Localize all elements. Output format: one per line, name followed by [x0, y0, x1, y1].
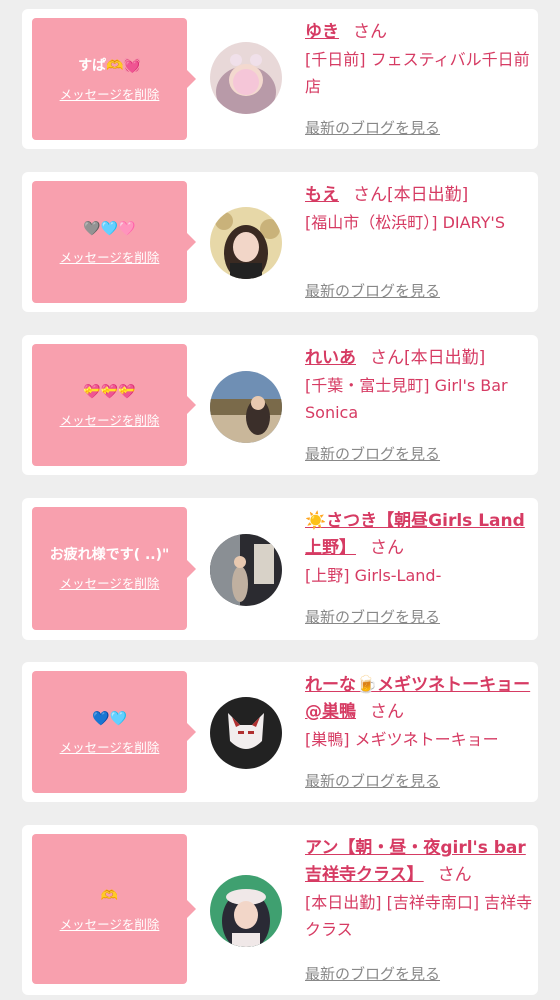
avatar[interactable]	[210, 534, 282, 606]
list-item: 💝💝💝 メッセージを削除 れいあ さん[本日出勤] [千葉・富士見町] Girl'…	[22, 335, 538, 475]
list-item: お疲れ様です( ..)" メッセージを削除 ☀️さつき【朝昼Girls Land…	[22, 498, 538, 640]
shop-label: [千日前] フェスティバル千日前店	[305, 50, 530, 96]
shop-label: [巣鴨] メギツネトーキョー	[305, 730, 499, 749]
shop-label: [本日出勤] [吉祥寺南口] 吉祥寺クラス	[305, 893, 533, 939]
honorific: さん	[370, 348, 404, 368]
delete-message-link[interactable]: メッセージを削除	[60, 247, 160, 266]
honorific: さん	[437, 865, 472, 885]
cast-name-link[interactable]: アン【朝・昼・夜girl's bar吉祥寺クラス】	[305, 838, 526, 885]
message-bubble: 💙🩵 メッセージを削除	[32, 671, 196, 793]
message-list: すぱ🫶💓 メッセージを削除 ゆき さん [千日前] フェスティバル千日前店 最新の…	[0, 0, 560, 1000]
latest-blog-link[interactable]: 最新のブログを見る	[305, 963, 440, 984]
latest-blog-link[interactable]: 最新のブログを見る	[305, 117, 440, 138]
list-item: 🩶🩵🩷 メッセージを削除 もえ さん[本日出勤] [福山市（松浜町）] DIARY…	[22, 172, 538, 312]
list-item: すぱ🫶💓 メッセージを削除 ゆき さん [千日前] フェスティバル千日前店 最新の…	[22, 9, 538, 149]
message-text: 💙🩵	[92, 710, 127, 727]
avatar[interactable]	[210, 697, 282, 769]
status-label: [本日出勤]	[387, 185, 469, 205]
list-item: 💙🩵 メッセージを削除 れーな🍺メギツネトーキョー@巣鴨 さん [巣鴨] メギツネ…	[22, 662, 538, 802]
latest-blog-link[interactable]: 最新のブログを見る	[305, 443, 440, 464]
honorific: さん	[370, 538, 404, 558]
honorific: さん	[370, 702, 404, 722]
list-item: 🫶 メッセージを削除 アン【朝・昼・夜girl's bar吉祥寺クラス】 さん […	[22, 825, 538, 995]
avatar[interactable]	[210, 875, 282, 947]
cast-name-link[interactable]: れいあ	[305, 348, 356, 368]
message-bubble: お疲れ様です( ..)" メッセージを削除	[32, 507, 196, 630]
honorific: さん	[353, 22, 387, 42]
message-text: すぱ🫶💓	[78, 57, 141, 74]
message-text: 💝💝💝	[83, 383, 136, 400]
cast-name-link[interactable]: れーな🍺メギツネトーキョー@巣鴨	[305, 675, 530, 722]
message-bubble: 🫶 メッセージを削除	[32, 834, 196, 984]
message-text: 🩶🩵🩷	[83, 220, 136, 237]
delete-message-link[interactable]: メッセージを削除	[60, 914, 160, 933]
delete-message-link[interactable]: メッセージを削除	[60, 410, 160, 429]
message-text: 🫶	[100, 887, 119, 904]
cast-name-link[interactable]: ゆき	[305, 22, 339, 42]
delete-message-link[interactable]: メッセージを削除	[60, 737, 160, 756]
shop-label: [上野] Girls-Land-	[305, 566, 442, 585]
honorific: さん	[353, 185, 387, 205]
cast-name-link[interactable]: ☀️さつき【朝昼Girls Land上野】	[305, 511, 525, 558]
avatar[interactable]	[210, 371, 282, 443]
latest-blog-link[interactable]: 最新のブログを見る	[305, 606, 440, 627]
message-bubble: 🩶🩵🩷 メッセージを削除	[32, 181, 196, 303]
latest-blog-link[interactable]: 最新のブログを見る	[305, 280, 440, 301]
status-label: [本日出勤]	[404, 348, 486, 368]
shop-label: [千葉・富士見町] Girl's Bar Sonica	[305, 376, 508, 422]
cast-name-link[interactable]: もえ	[305, 185, 339, 205]
delete-message-link[interactable]: メッセージを削除	[60, 573, 160, 592]
message-bubble: 💝💝💝 メッセージを削除	[32, 344, 196, 466]
avatar[interactable]	[210, 42, 282, 114]
delete-message-link[interactable]: メッセージを削除	[60, 84, 160, 103]
latest-blog-link[interactable]: 最新のブログを見る	[305, 770, 440, 791]
message-text: お疲れ様です( ..)"	[49, 547, 170, 563]
avatar[interactable]	[210, 207, 282, 279]
shop-label: [福山市（松浜町）] DIARY'S	[305, 213, 505, 232]
message-bubble: すぱ🫶💓 メッセージを削除	[32, 18, 196, 140]
